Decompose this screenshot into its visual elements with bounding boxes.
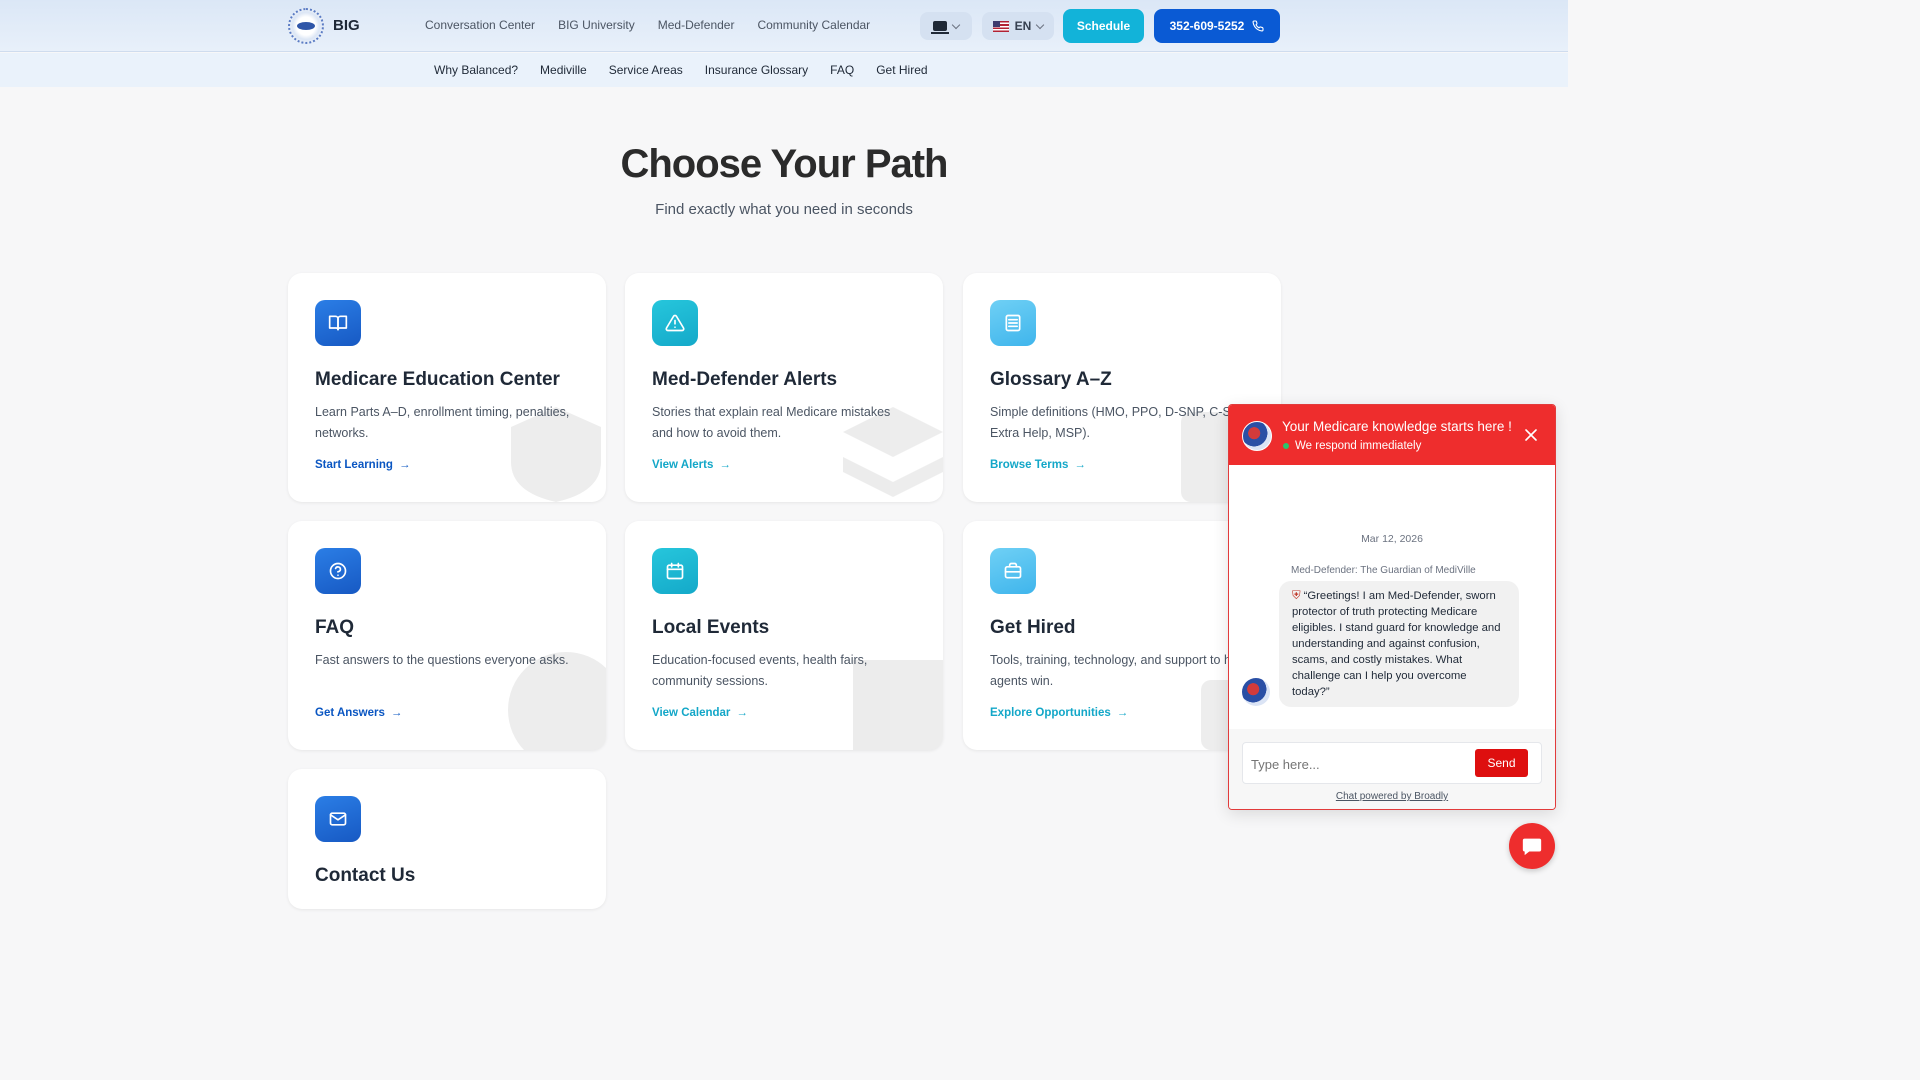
arrow-right-icon: → [736, 707, 748, 719]
send-button[interactable]: Send [1475, 749, 1528, 777]
card-description: Learn Parts A–D, enrollment timing, pena… [315, 405, 570, 440]
get-answers-link[interactable]: Get Answers → [315, 707, 402, 719]
subnav-faq[interactable]: FAQ [830, 63, 854, 77]
nav-community-calendar[interactable]: Community Calendar [757, 18, 870, 32]
page-title: Choose Your Path [620, 142, 948, 186]
arrow-right-icon: → [398, 459, 411, 471]
device-selector[interactable] [920, 12, 972, 40]
chat-sender: Med-Defender: The Guardian of MediVille [1291, 565, 1476, 576]
chat-status: We respond immediately [1283, 440, 1421, 452]
link-label: View Calendar [652, 707, 731, 719]
arrow-right-icon: → [390, 707, 403, 719]
nav-med-defender[interactable]: Med-Defender [658, 18, 735, 32]
subnav-get-hired[interactable]: Get Hired [876, 63, 927, 77]
link-label: Get Answers [315, 707, 385, 719]
chat-widget: Your Medicare knowledge starts here ! We… [1228, 404, 1556, 810]
card-description: Tools, training, technology, and support… [990, 653, 1248, 688]
shield-icon: ⛨ [1292, 590, 1301, 602]
calendar-icon [652, 548, 698, 594]
phone-number: 352-609-5252 [1169, 19, 1245, 33]
card-contact-us[interactable]: Contact Us [288, 769, 606, 909]
card-title: Local Events [652, 617, 770, 638]
link-label: Explore Opportunities [990, 707, 1111, 719]
chat-launcher-button[interactable] [1509, 823, 1555, 869]
card-local-events[interactable]: Local Events Education-focused events, h… [625, 521, 943, 750]
explore-opportunities-link[interactable]: Explore Opportunities → [990, 707, 1128, 719]
logo-icon[interactable] [288, 8, 324, 44]
language-selector[interactable]: EN [982, 12, 1054, 40]
chat-header: Your Medicare knowledge starts here ! We… [1229, 405, 1555, 465]
card-title: Glossary A–Z [990, 369, 1112, 390]
subnav-why-balanced[interactable]: Why Balanced? [434, 63, 518, 77]
sub-navbar: Why Balanced? Mediville Service Areas In… [0, 53, 1568, 87]
card-title: Medicare Education Center [315, 369, 560, 390]
close-icon[interactable] [1525, 429, 1537, 441]
card-medicare-education[interactable]: Medicare Education Center Learn Parts A–… [288, 273, 606, 502]
card-title: Get Hired [990, 617, 1076, 638]
language-label: EN [1014, 19, 1032, 33]
card-description: Stories that explain real Medicare mista… [652, 405, 891, 440]
card-title: Contact Us [315, 865, 416, 886]
card-description: Education-focused events, health fairs, … [652, 653, 868, 688]
card-description: Simple definitions (HMO, PPO, D-SNP, C-S… [990, 405, 1251, 440]
top-nav: Conversation Center BIG University Med-D… [425, 18, 870, 32]
subnav-mediville[interactable]: Mediville [540, 63, 587, 77]
phone-icon [1252, 20, 1264, 32]
card-med-defender-alerts[interactable]: Med-Defender Alerts Stories that explain… [625, 273, 943, 502]
arrow-right-icon: → [1074, 459, 1086, 471]
nav-conversation-center[interactable]: Conversation Center [425, 18, 535, 32]
arrow-right-icon: → [719, 459, 731, 471]
schedule-button[interactable]: Schedule [1063, 9, 1144, 43]
chat-title: Your Medicare knowledge starts here ! [1282, 419, 1512, 434]
page-subtitle: Find exactly what you need in seconds [655, 201, 913, 218]
subnav-service-areas[interactable]: Service Areas [609, 63, 683, 77]
browse-terms-link[interactable]: Browse Terms → [990, 459, 1086, 471]
us-flag-icon [992, 20, 1009, 32]
chat-message-input[interactable] [1251, 753, 1461, 775]
powered-by-link[interactable]: Chat powered by Broadly [1229, 791, 1555, 802]
book-icon [315, 300, 361, 346]
chat-input-box: Send [1242, 742, 1542, 784]
view-alerts-link[interactable]: View Alerts → [652, 459, 731, 471]
status-text: We respond immediately [1295, 440, 1422, 452]
phone-button[interactable]: 352-609-5252 [1154, 9, 1280, 43]
brand-name[interactable]: BIG [333, 17, 360, 34]
card-faq[interactable]: FAQ Fast answers to the questions everyo… [288, 521, 606, 750]
nav-big-university[interactable]: BIG University [558, 18, 635, 32]
list-icon [990, 300, 1036, 346]
link-label: Start Learning [315, 459, 393, 471]
chevron-down-icon [1036, 20, 1045, 29]
link-label: View Alerts [652, 459, 714, 471]
chevron-down-icon [951, 20, 961, 29]
chat-message: ⛨ “Greetings! I am Med-Defender, sworn p… [1279, 581, 1519, 707]
top-navbar: BIG Conversation Center BIG University M… [0, 0, 1568, 52]
message-text: “Greetings! I am Med-Defender, sworn pro… [1292, 590, 1501, 698]
laptop-icon [931, 21, 949, 34]
mail-icon [315, 796, 361, 842]
chat-input-area: Send Chat powered by Broadly [1229, 729, 1555, 809]
link-label: Browse Terms [990, 459, 1069, 471]
chat-date: Mar 12, 2026 [1361, 533, 1423, 545]
card-description: Fast answers to the questions everyone a… [315, 653, 569, 667]
start-learning-link[interactable]: Start Learning → [315, 459, 410, 471]
avatar [1242, 678, 1270, 706]
online-dot-icon [1283, 443, 1289, 449]
view-calendar-link[interactable]: View Calendar → [652, 707, 748, 719]
subnav-insurance-glossary[interactable]: Insurance Glossary [705, 63, 808, 77]
card-title: FAQ [315, 617, 355, 638]
avatar [1242, 421, 1272, 451]
card-title: Med-Defender Alerts [652, 369, 838, 390]
alert-triangle-icon [652, 300, 698, 346]
chat-bubble-icon [1522, 838, 1542, 856]
arrow-right-icon: → [1116, 707, 1129, 719]
briefcase-icon [990, 548, 1036, 594]
question-icon [315, 548, 361, 594]
